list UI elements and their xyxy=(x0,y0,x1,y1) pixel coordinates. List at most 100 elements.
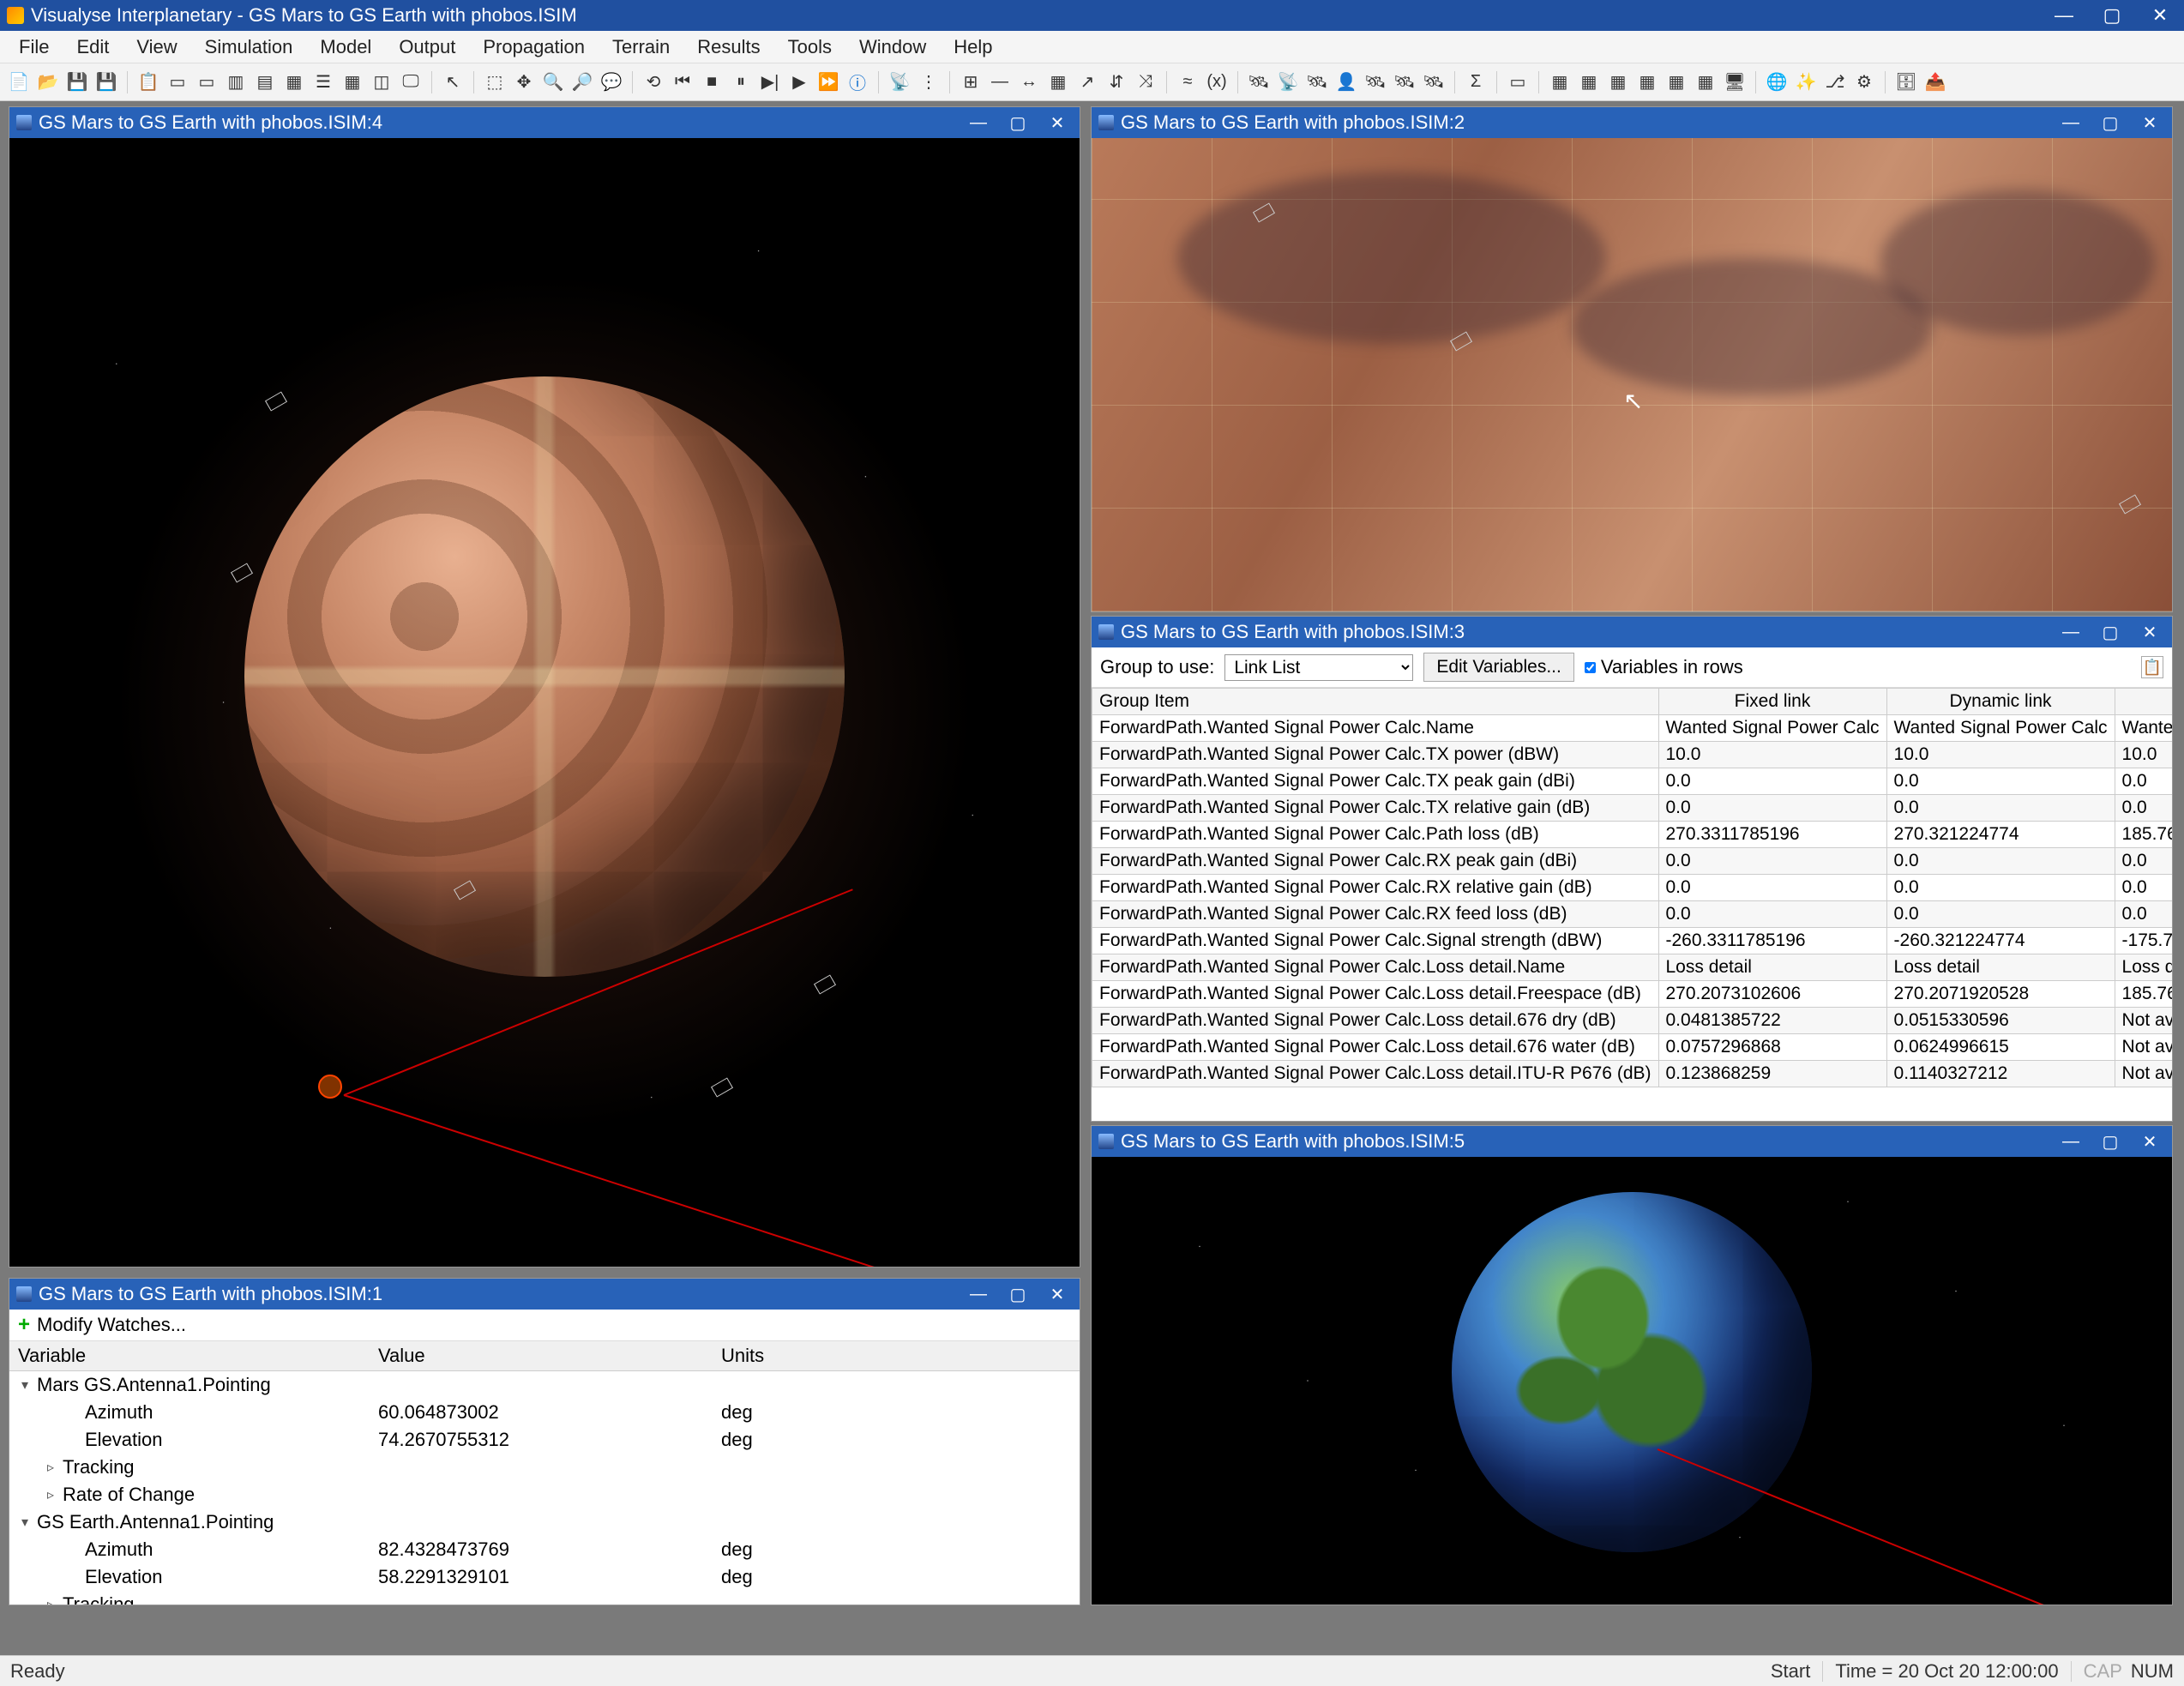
col-value[interactable]: Value xyxy=(370,1341,713,1371)
window-view2-titlebar[interactable]: GS Mars to GS Earth with phobos.ISIM:2 —… xyxy=(1092,107,2172,138)
link2-icon[interactable]: ↔ xyxy=(1017,70,1041,94)
maximize-button[interactable]: ▢ xyxy=(2095,3,2129,27)
gear-icon[interactable]: ⚙ xyxy=(1852,70,1876,94)
wand-icon[interactable]: ✨ xyxy=(1794,70,1818,94)
child-minimize-button[interactable]: — xyxy=(2055,621,2086,643)
pointer-icon[interactable]: ↖ xyxy=(441,70,465,94)
arrows-icon[interactable]: ⇵ xyxy=(1104,70,1128,94)
stop-icon[interactable]: ■ xyxy=(700,70,724,94)
earth-3d-viewport[interactable] xyxy=(1092,1157,2172,1605)
watch-row[interactable]: ▾Mars GS.Antenna1.Pointing xyxy=(9,1371,1080,1400)
sat1-icon[interactable]: 🛰 xyxy=(1247,70,1271,94)
child-minimize-button[interactable]: — xyxy=(963,1283,994,1305)
network-icon[interactable]: ⊞ xyxy=(959,70,983,94)
mars-map-viewport[interactable]: ↖ xyxy=(1092,138,2172,611)
watch-row[interactable]: Azimuth82.4328473769deg xyxy=(9,1536,1080,1563)
child-minimize-button[interactable]: — xyxy=(2055,1130,2086,1153)
tile-h-icon[interactable]: ▥ xyxy=(224,70,248,94)
grid-a-icon[interactable]: ▦ xyxy=(1548,70,1572,94)
window-view4-titlebar[interactable]: GS Mars to GS Earth with phobos.ISIM:4 —… xyxy=(9,107,1080,138)
saveall-icon[interactable]: 💾 xyxy=(94,70,118,94)
arrow-icon[interactable]: ↗ xyxy=(1075,70,1099,94)
pan-icon[interactable]: ✥ xyxy=(512,70,536,94)
variables-in-rows-checkbox[interactable]: Variables in rows xyxy=(1585,656,1743,678)
window-view3-titlebar[interactable]: GS Mars to GS Earth with phobos.ISIM:3 —… xyxy=(1092,617,2172,647)
minimize-button[interactable]: — xyxy=(2047,3,2081,27)
info-icon[interactable]: ⓘ xyxy=(845,70,869,94)
grid-e-icon[interactable]: ▦ xyxy=(1664,70,1688,94)
add-watch-icon[interactable]: + xyxy=(18,1313,30,1337)
sat4-icon[interactable]: 🛰 xyxy=(1363,70,1387,94)
dots-icon[interactable]: ⋮ xyxy=(917,70,941,94)
menu-terrain[interactable]: Terrain xyxy=(600,33,682,62)
grid-f-icon[interactable]: ▦ xyxy=(1694,70,1718,94)
display-icon[interactable]: 🖥 xyxy=(1723,70,1747,94)
col-units[interactable]: Units xyxy=(713,1341,1080,1371)
edit-variables-button[interactable]: Edit Variables... xyxy=(1423,653,1574,682)
export-icon[interactable]: 📤 xyxy=(1923,70,1947,94)
menu-view[interactable]: View xyxy=(124,33,189,62)
copy-to-clipboard-icon[interactable]: 📋 xyxy=(2141,656,2163,678)
sat6-icon[interactable]: 🛰 xyxy=(1422,70,1446,94)
modify-watches-link[interactable]: Modify Watches... xyxy=(37,1314,186,1336)
child-close-button[interactable]: ✕ xyxy=(1042,1283,1073,1305)
restart-icon[interactable]: ⟲ xyxy=(641,70,665,94)
var-icon[interactable]: (x) xyxy=(1205,70,1229,94)
new-icon[interactable]: 📄 xyxy=(7,70,31,94)
data-grid[interactable]: Group Item Fixed link Dynamic link Dynam… xyxy=(1092,688,2172,1121)
menu-propagation[interactable]: Propagation xyxy=(471,33,597,62)
table-row[interactable]: ForwardPath.Wanted Signal Power Calc.Pat… xyxy=(1092,822,2173,848)
watch-row[interactable]: Elevation58.2291329101deg xyxy=(9,1563,1080,1591)
child-minimize-button[interactable]: — xyxy=(963,111,994,134)
grid-icon[interactable]: ▦ xyxy=(282,70,306,94)
child-maximize-button[interactable]: ▢ xyxy=(2095,111,2126,134)
menu-simulation[interactable]: Simulation xyxy=(193,33,305,62)
col-fixed-link[interactable]: Fixed link xyxy=(1658,689,1886,715)
menu-output[interactable]: Output xyxy=(387,33,467,62)
child-close-button[interactable]: ✕ xyxy=(2134,111,2165,134)
copy-icon[interactable]: 📋 xyxy=(136,70,160,94)
cascade-icon[interactable]: ▭ xyxy=(195,70,219,94)
table-row[interactable]: ForwardPath.Wanted Signal Power Calc.Los… xyxy=(1092,981,2173,1008)
child-minimize-button[interactable]: — xyxy=(2055,111,2086,134)
watch-row[interactable]: Azimuth60.064873002deg xyxy=(9,1399,1080,1426)
person-icon[interactable]: 👤 xyxy=(1334,70,1358,94)
child-maximize-button[interactable]: ▢ xyxy=(2095,621,2126,643)
child-maximize-button[interactable]: ▢ xyxy=(1002,111,1033,134)
play-icon[interactable]: ▶ xyxy=(787,70,811,94)
table-row[interactable]: ForwardPath.Wanted Signal Power Calc.RX … xyxy=(1092,901,2173,928)
child-maximize-button[interactable]: ▢ xyxy=(1002,1283,1033,1305)
comment-icon[interactable]: 💬 xyxy=(599,70,623,94)
watch-grid[interactable]: Variable Value Units ▾Mars GS.Antenna1.P… xyxy=(9,1341,1080,1605)
zoom-window-icon[interactable]: ⬚ xyxy=(483,70,507,94)
table-row[interactable]: ForwardPath.Wanted Signal Power Calc.RX … xyxy=(1092,875,2173,901)
col-dynamic-link1[interactable]: Dynamic link1 xyxy=(2115,689,2172,715)
menu-file[interactable]: File xyxy=(7,33,61,62)
child-maximize-button[interactable]: ▢ xyxy=(2095,1130,2126,1153)
table-row[interactable]: ForwardPath.Wanted Signal Power Calc.Los… xyxy=(1092,1061,2173,1087)
table-row[interactable]: ForwardPath.Wanted Signal Power Calc.Nam… xyxy=(1092,715,2173,742)
antenna-icon[interactable]: 📡 xyxy=(887,70,912,94)
geo-icon[interactable]: 🌐 xyxy=(1765,70,1789,94)
table-row[interactable]: ForwardPath.Wanted Signal Power Calc.Los… xyxy=(1092,1008,2173,1034)
link-icon[interactable]: — xyxy=(988,70,1012,94)
mars-3d-viewport[interactable] xyxy=(9,138,1080,1267)
table-row[interactable]: ForwardPath.Wanted Signal Power Calc.TX … xyxy=(1092,768,2173,795)
sat5-icon[interactable]: 🛰 xyxy=(1393,70,1417,94)
save-icon[interactable]: 💾 xyxy=(65,70,89,94)
window-icon[interactable]: ▭ xyxy=(165,70,190,94)
window-a-icon[interactable]: ▭ xyxy=(1506,70,1530,94)
chart-icon[interactable]: ◫ xyxy=(370,70,394,94)
child-close-button[interactable]: ✕ xyxy=(2134,621,2165,643)
table-row[interactable]: ForwardPath.Wanted Signal Power Calc.Los… xyxy=(1092,954,2173,981)
table2-icon[interactable]: ▦ xyxy=(1046,70,1070,94)
list-icon[interactable]: ☰ xyxy=(311,70,335,94)
window-view1-titlebar[interactable]: GS Mars to GS Earth with phobos.ISIM:1 —… xyxy=(9,1279,1080,1310)
menu-tools[interactable]: Tools xyxy=(776,33,844,62)
grid-b-icon[interactable]: ▦ xyxy=(1577,70,1601,94)
zoom-in-icon[interactable]: 🔍 xyxy=(541,70,565,94)
branch-icon[interactable]: ⎇ xyxy=(1823,70,1847,94)
grid-d-icon[interactable]: ▦ xyxy=(1635,70,1659,94)
menu-window[interactable]: Window xyxy=(847,33,938,62)
table-icon[interactable]: ▦ xyxy=(340,70,364,94)
